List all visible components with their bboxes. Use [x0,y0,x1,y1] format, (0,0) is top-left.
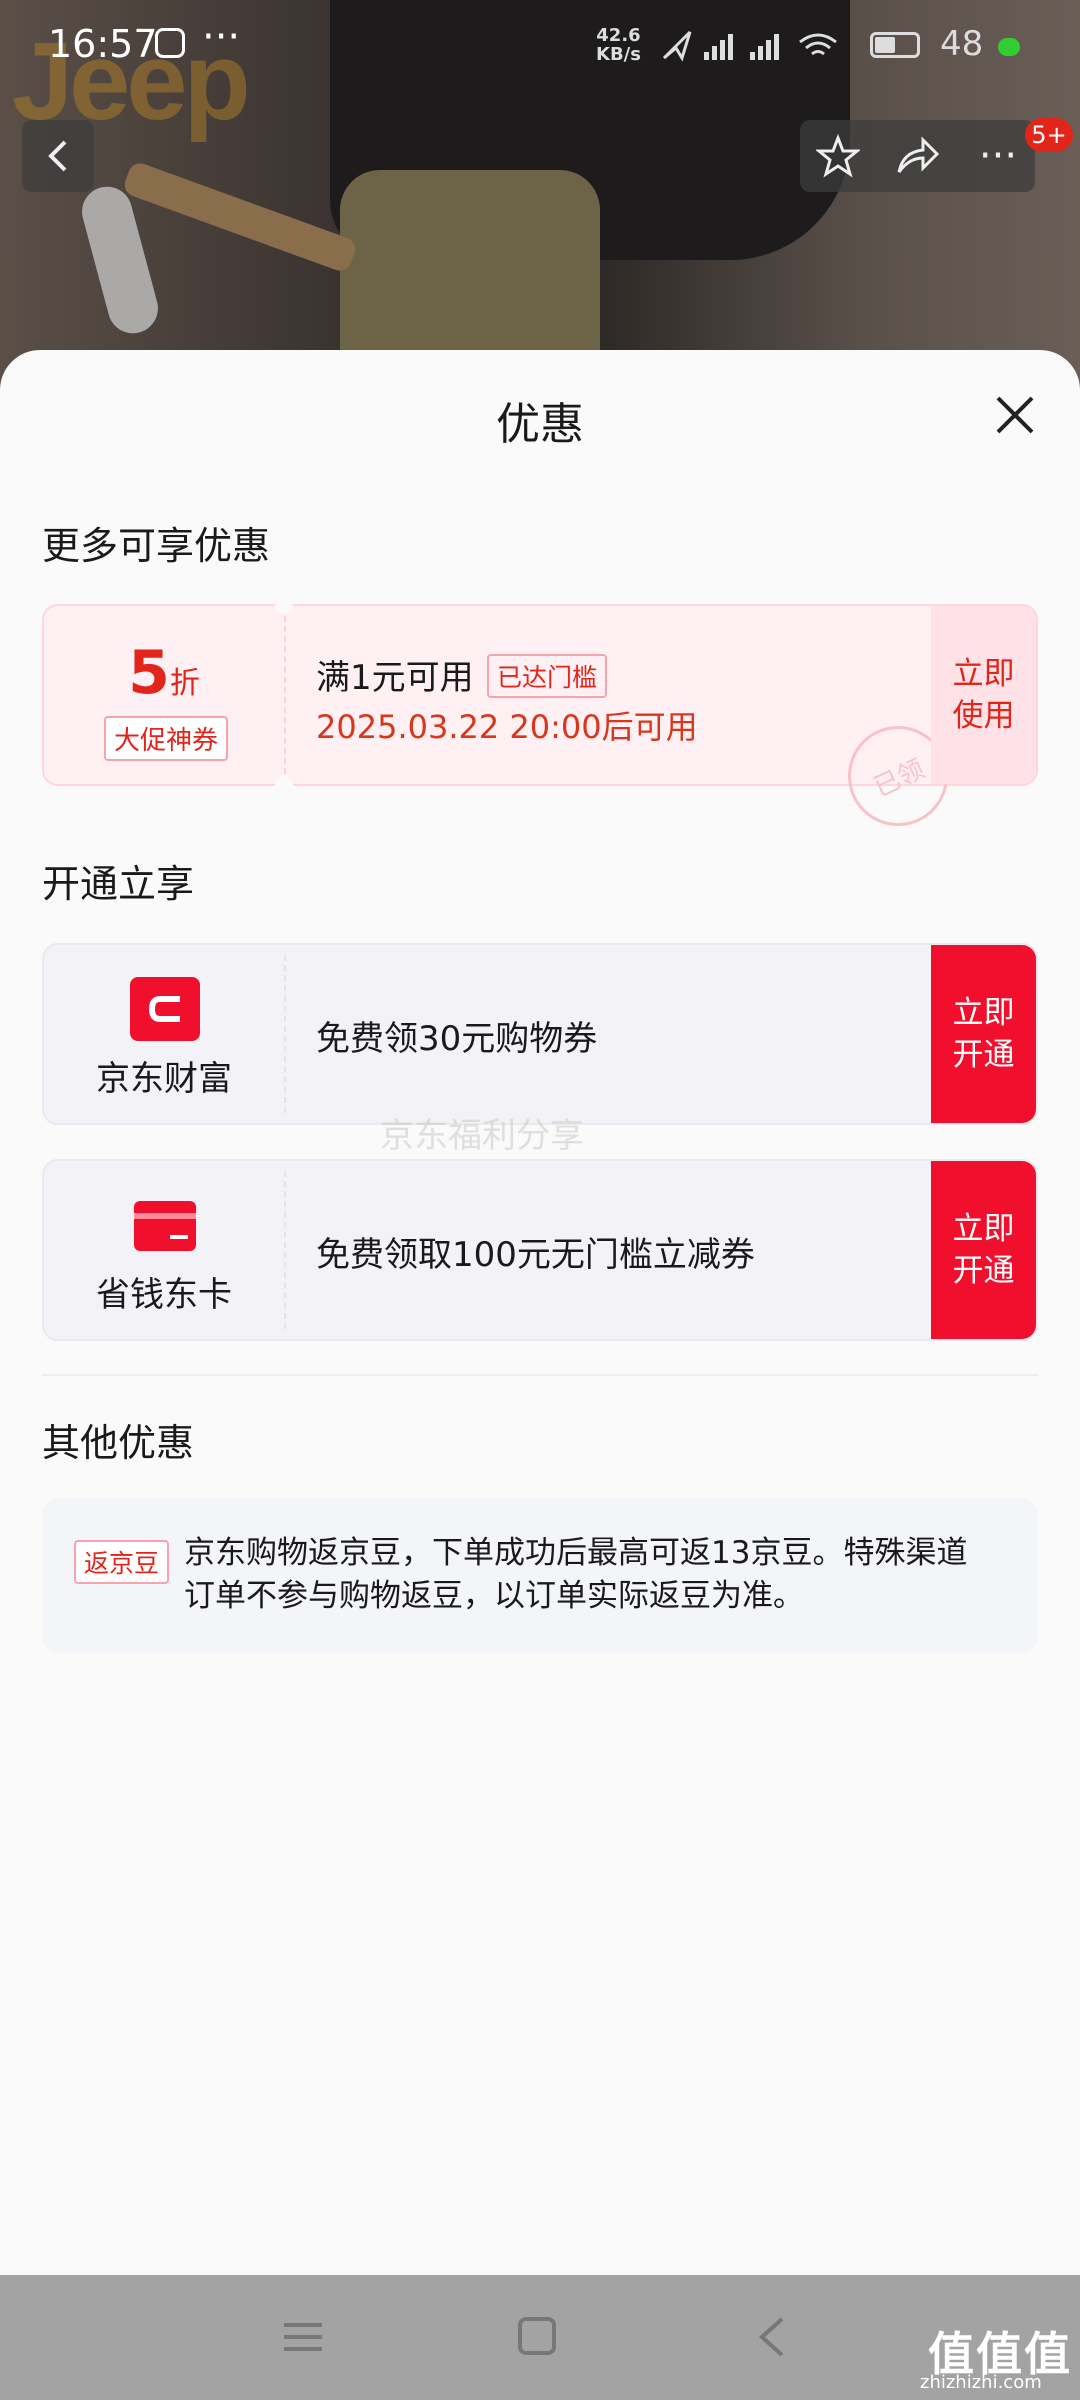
activate-button[interactable]: 立即 开通 [931,945,1036,1123]
use-now-button[interactable]: 立即 使用 [931,606,1036,784]
activate-button[interactable]: 立即 开通 [931,1161,1036,1339]
coupon-discount: 5折 [128,638,200,708]
coupon-condition: 满1元可用 [316,658,474,698]
battery-level: 48 [940,24,984,64]
status-more: ··· [202,14,241,60]
coupon-type-tag: 大促神券 [104,716,229,761]
service-card-savings-card[interactable]: 省钱东卡 免费领取100元无门槛立减券 立即 开通 [42,1159,1038,1341]
product-image-pole [121,159,359,275]
service-divider [284,1171,286,1329]
jd-beans-description: 京东购物返京豆，下单成功后最高可返13京豆。特殊渠道订单不参与购物返豆，以订单实… [184,1535,968,1614]
home-icon[interactable] [512,2315,562,2359]
service-description: 免费领取100元无门槛立减券 [316,1235,755,1275]
section-title-other-offers: 其他优惠 [42,1421,195,1465]
service-brand-area: 京东财富 [44,945,284,1123]
signal-icons [660,28,860,72]
close-icon [996,396,1034,434]
site-url: zhizhizhi.com [920,2372,1042,2393]
message-badge: 5+ [1025,118,1073,152]
network-speed: 42.6 KB/s [596,25,641,65]
coupon-valid-date: 2025.03.22 20:00后可用 [316,708,698,746]
service-card-jd-wealth[interactable]: 京东财富 免费领30元购物券 立即 开通 [42,943,1038,1125]
service-brand-area: 省钱东卡 [44,1161,284,1339]
more-button[interactable]: ··· [968,130,1028,182]
coupon-status-tag: 已达门槛 [487,654,608,698]
coupon-card[interactable]: 5折 大促神券 满1元可用 已达门槛 2025.03.22 20:00后可用 已… [42,596,1038,843]
charging-indicator [998,38,1020,56]
back-button[interactable] [22,120,94,192]
coupon-notch-bottom [275,776,293,794]
coupon-value-area: 5折 大促神券 [44,606,284,784]
offers-sheet: 优惠 更多可享优惠 5折 大促神券 满1元可用 已达门槛 2025.03.22 … [0,350,1080,2275]
menu-icon[interactable] [278,2315,328,2359]
section-title-subscribe: 开通立享 [42,862,195,906]
more-icon: ··· [978,133,1018,179]
jd-beans-info: 返京豆 京东购物返京豆，下单成功后最高可返13京豆。特殊渠道订单不参与购物返豆，… [42,1498,1038,1653]
chevron-left-icon [48,140,67,172]
close-button[interactable] [990,390,1040,440]
system-nav-bar [0,2275,1080,2400]
service-name: 京东财富 [96,1059,232,1099]
favorite-button[interactable] [808,130,868,182]
jd-wealth-icon [130,977,200,1041]
service-name: 省钱东卡 [96,1275,232,1315]
sheet-title: 优惠 [496,399,584,450]
notification-icon [155,28,185,58]
jd-beans-tag: 返京豆 [74,1540,170,1584]
product-image-handle [76,181,164,339]
coupon-notch-top [275,596,293,614]
share-icon [897,136,940,173]
watermark-text: 京东福利分享 [380,1116,584,1156]
service-description: 免费领30元购物券 [316,1019,598,1059]
coupon-divider [284,616,286,774]
star-icon [816,134,860,178]
section-divider [42,1374,1038,1376]
share-button[interactable] [888,130,948,182]
battery-icon [870,32,920,58]
section-title-more-offers: 更多可享优惠 [42,524,271,568]
status-time: 16:57 [48,22,158,66]
card-icon [134,1201,196,1251]
status-bar: 16:57 ··· 42.6 KB/s 48 [0,0,1080,90]
service-divider [284,955,286,1113]
product-image-pants [340,170,600,370]
back-icon[interactable] [748,2315,798,2359]
top-actions: ··· [800,120,1035,192]
